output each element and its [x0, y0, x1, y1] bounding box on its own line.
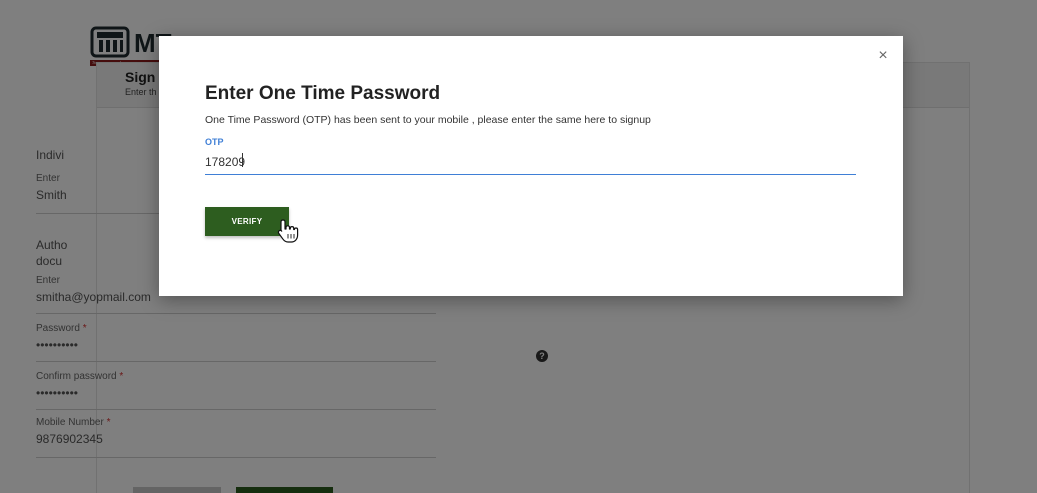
otp-modal: × Enter One Time Password One Time Passw… [159, 36, 903, 296]
close-icon[interactable]: × [875, 48, 891, 64]
otp-label: OTP [205, 137, 224, 147]
otp-input[interactable] [205, 150, 856, 175]
hand-pointer-icon [277, 219, 299, 243]
modal-title: Enter One Time Password [205, 83, 441, 104]
text-caret [242, 153, 243, 167]
modal-description: One Time Password (OTP) has been sent to… [205, 114, 651, 126]
